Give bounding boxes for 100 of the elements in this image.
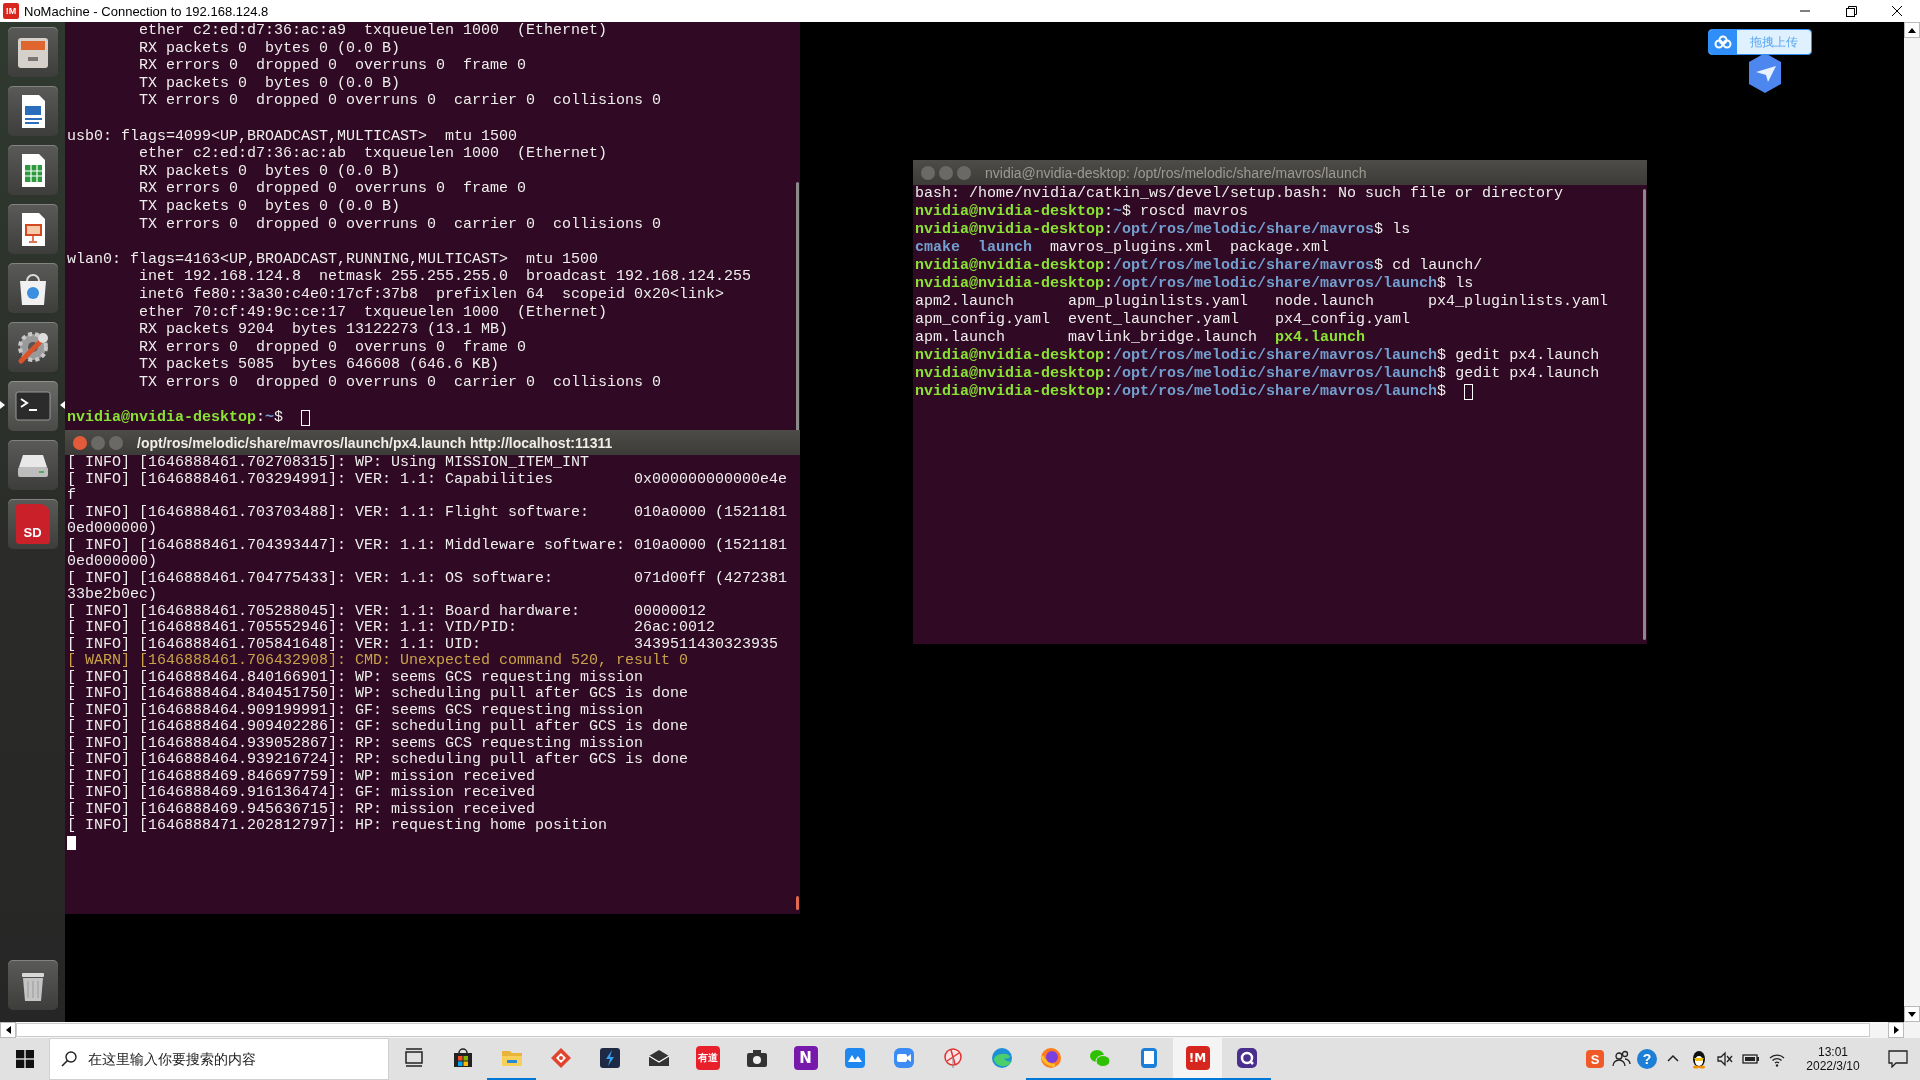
prompt-line: nvidia@nvidia-desktop:/opt/ros/melodic/share/mavros/launch$ ls	[915, 275, 1474, 293]
taskbar-button[interactable]: !M	[1173, 1038, 1222, 1080]
file-name: px4_pluginlists.yaml	[1428, 293, 1609, 311]
scrollbar-thumb[interactable]	[796, 182, 799, 430]
file-name: apm.launch	[915, 329, 1006, 347]
cloud-icon	[1714, 35, 1732, 49]
terminal-line: TX errors 0 dropped 0 overruns 0 carrier 0 collisions 0	[138, 92, 662, 110]
hexagon-icon	[1748, 52, 1782, 94]
speech-bubble-icon	[1888, 1050, 1908, 1068]
file-name: mavros_plugins.xml	[1050, 239, 1213, 257]
terminal-line: [ INFO] [1646888464.939216724]: RP: scheduling pull after GCS is done	[67, 752, 689, 769]
terminal-line: [ INFO] [1646888461.705552946]: VER: 1.1: VID/PID: 26ac:0012	[67, 620, 716, 637]
terminal-line: usb0: flags=4099<UP,BROADCAST,MULTICAST> mtu 1500	[67, 127, 518, 146]
scroll-right-button[interactable]	[1888, 1022, 1904, 1038]
scrollbar-thumb[interactable]	[16, 1023, 1870, 1037]
fox-globe-icon	[1038, 1046, 1063, 1070]
scrollbar-thumb[interactable]	[796, 896, 799, 910]
terminal-line: 0ed000000)	[67, 554, 157, 571]
terminal-line: 0ed000000)	[67, 521, 157, 538]
terminal-line: [ INFO] [1646888461.704775433]: VER: 1.1: OS software: 071d00ff (4272381	[67, 570, 788, 587]
scroll-down-button[interactable]	[1904, 1006, 1920, 1022]
file-name: package.xml	[1230, 239, 1330, 257]
scroll-left-button[interactable]	[0, 1022, 16, 1038]
terminal-line: RX packets 9204 bytes 13122273 (13.1 MB)	[138, 321, 509, 339]
terminal-line: RX errors 0 dropped 0 overruns 0 frame 0	[138, 180, 527, 198]
terminal-line: [ INFO] [1646888464.909199991]: GF: seems GCS requesting mission	[67, 702, 644, 719]
file-name: event_launcher.yaml	[1068, 311, 1241, 329]
lightning-app-icon	[597, 1046, 622, 1070]
terminal-line: [ INFO] [1646888469.945636715]: RP: mission received	[67, 801, 536, 818]
app-logo: N	[793, 1046, 818, 1070]
terminal-line: [ INFO] [1646888464.840451750]: WP: scheduling pull after GCS is done	[67, 686, 689, 703]
cloud-app-icon	[842, 1046, 867, 1070]
terminal-line: TX packets 0 bytes 0 (0.0 B)	[138, 197, 401, 216]
prompt-line: nvidia@nvidia-desktop:~$ roscd mavros	[915, 203, 1249, 221]
ring-app-icon	[1234, 1046, 1259, 1070]
terminal-line: [ INFO] [1646888461.704393447]: VER: 1.1: Middleware software: 010a0000 (1521181	[67, 537, 788, 554]
file-name: cmake	[915, 239, 960, 257]
search-field[interactable]: 在这里输入你要搜索的内容	[49, 1038, 389, 1080]
file-name: apm_pluginlists.yaml	[1068, 293, 1250, 311]
right-arrow-icon	[1893, 1026, 1899, 1034]
prompt-line: nvidia@nvidia-desktop:/opt/ros/melodic/share/mavros/launch$ gedit px4.launch	[915, 347, 1600, 365]
app-logo: 有道	[695, 1046, 720, 1070]
prompt-line: nvidia@nvidia-desktop:~$	[67, 409, 285, 427]
file-name: apm2.launch	[915, 293, 1016, 311]
video-camera-icon	[891, 1046, 916, 1070]
app-logo: !M	[3, 3, 19, 19]
terminal-line: TX errors 0 dropped 0 overruns 0 carrier 0 collisions 0	[138, 373, 662, 392]
prompt-line: nvidia@nvidia-desktop:/opt/ros/melodic/share/mavros/launch$ gedit px4.launch	[915, 365, 1600, 383]
terminal-line: [ INFO] [1646888464.909402286]: GF: scheduling pull after GCS is done	[67, 719, 689, 736]
terminal-line: f	[67, 488, 76, 505]
tray-button[interactable]: ?	[1634, 1038, 1660, 1080]
terminal-line: RX packets 0 bytes 0 (0.0 B)	[138, 39, 401, 58]
terminal-line: [ INFO] [1646888461.703294991]: VER: 1.1: Capabilities 0x000000000000e4e	[67, 471, 788, 488]
file-name: apm_config.yaml	[915, 311, 1051, 329]
prompt-line: nvidia@nvidia-desktop:/opt/ros/melodic/share/mavros$ ls	[915, 221, 1411, 239]
file-name: mavlink_bridge.launch	[1068, 329, 1258, 347]
terminal-line: bash: /home/nvidia/catkin_ws/devel/setup.bash: No such file or directory	[915, 185, 1564, 203]
clock[interactable]: 13:01 2022/3/10	[1790, 1038, 1876, 1080]
terminal-line: inet6 fe80::3a30:c4e0:17cf:37b8 prefixlen 64 scopeid 0x20<link>	[138, 285, 725, 304]
window-title: /opt/ros/melodic/share/mavros/launch/px4.launch http://localhost:11311	[137, 434, 613, 451]
terminal-line: [ INFO] [1646888471.202812797]: HP: requesting home position	[67, 818, 608, 835]
app-logo: !M	[1185, 1046, 1210, 1070]
terminal-line: ether c2:ed:d7:36:ac:a9 txqueuelen 1000 (Ethernet)	[138, 22, 608, 40]
people-icon	[1611, 1049, 1631, 1069]
vertical-scrollbar[interactable]	[1904, 22, 1920, 1022]
terminal-line: [ INFO] [1646888461.702708315]: WP: Using MISSION_ITEM_INT	[67, 455, 590, 472]
terminal-line: [ INFO] [1646888461.705288045]: VER: 1.1: Board hardware: 00000012	[67, 603, 707, 620]
restore-icon	[1845, 5, 1857, 17]
terminal-line: wlan0: flags=4163<UP,BROADCAST,RUNNING,MULTICAST> mtu 1500	[67, 250, 599, 269]
warning-line: [ WARN] [1646888461.706432908]: CMD: Unexpected command 520, result 0	[67, 653, 689, 670]
sd-card-icon: SD	[15, 503, 50, 544]
terminal-line: RX packets 0 bytes 0 (0.0 B)	[138, 162, 401, 181]
windows-icon	[15, 1050, 34, 1068]
terminal-line: RX errors 0 dropped 0 overruns 0 frame 0	[138, 57, 527, 75]
file-name: launch	[978, 239, 1033, 257]
terminal-line: [ INFO] [1646888469.916136474]: GF: mission received	[67, 785, 536, 802]
help-icon: ?	[1637, 1049, 1657, 1069]
terminal-line: ether 70:cf:49:9c:ce:17 txqueuelen 1000 (Ethernet)	[138, 303, 608, 322]
input-method-logo: S	[1586, 1050, 1604, 1068]
terminal-line: [ INFO] [1646888461.703703488]: VER: 1.1: Flight software: 010a0000 (1521181	[67, 504, 788, 521]
terminal-line: inet 192.168.124.8 netmask 255.255.255.0 broadcast 192.168.124.255	[138, 268, 752, 286]
prompt-line: nvidia@nvidia-desktop:/opt/ros/melodic/share/mavros$ cd launch/	[915, 257, 1483, 275]
terminal-line: [ INFO] [1646888461.705841648]: VER: 1.1: UID: 3439511430323935	[67, 636, 779, 653]
taskbar-button[interactable]: 有道	[683, 1038, 732, 1080]
terminal-line: [ INFO] [1646888469.846697759]: WP: mission received	[67, 768, 536, 785]
close-icon	[1892, 6, 1902, 16]
terminal-line: ether c2:ed:d7:36:ac:ab txqueuelen 1000 (Ethernet)	[138, 145, 608, 163]
terminal-line: TX packets 0 bytes 0 (0.0 B)	[138, 74, 401, 93]
tray-button[interactable]: S	[1582, 1038, 1608, 1080]
window-title: nvidia@nvidia-desktop: /opt/ros/melodic/share/mavros/launch	[985, 164, 1367, 181]
scrollbar-thumb[interactable]	[1643, 189, 1646, 640]
down-arrow-icon	[1908, 1011, 1916, 1017]
terminal-line: [ INFO] [1646888464.939052867]: RP: seems GCS requesting mission	[67, 735, 644, 752]
taskbar-button[interactable]: N	[781, 1038, 830, 1080]
up-arrow-icon	[1908, 27, 1916, 33]
volume-muted-icon	[1715, 1049, 1735, 1069]
file-name: px4_config.yaml	[1275, 311, 1411, 329]
close-button[interactable]	[73, 435, 87, 450]
scroll-up-button[interactable]	[1904, 22, 1920, 38]
window-title: NoMachine - Connection to 192.168.124.8	[24, 3, 270, 19]
